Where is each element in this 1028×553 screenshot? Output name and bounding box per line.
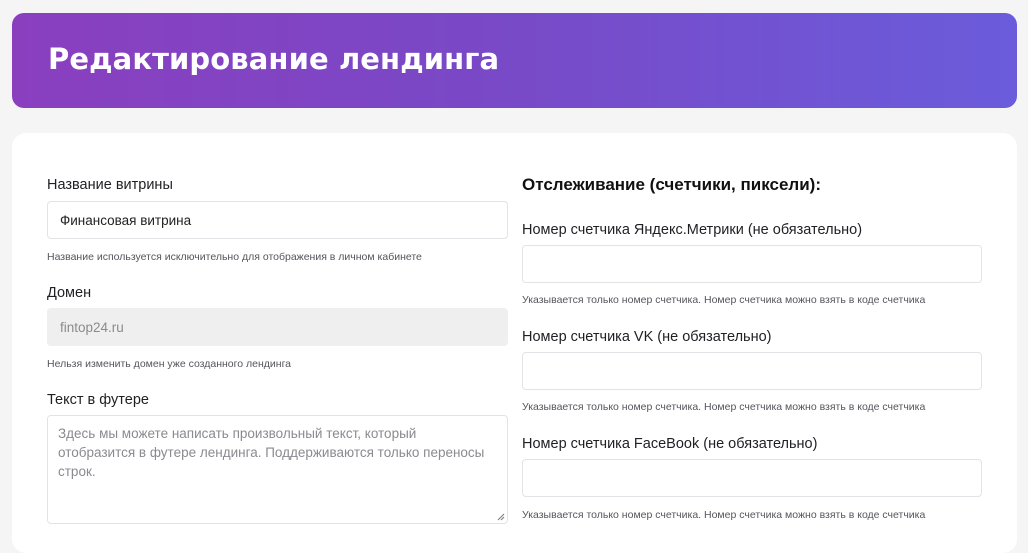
page-header: Редактирование лендинга [12,13,1017,108]
vk-counter-hint: Указывается только номер счетчика. Номер… [522,401,926,413]
name-label: Название витрины [47,177,173,193]
resize-handle-icon[interactable] [497,513,505,521]
yandex-metrika-hint: Указывается только номер счетчика. Номер… [522,294,926,306]
vk-counter-label: Номер счетчика VK (не обязательно) [522,329,772,345]
name-input[interactable] [47,201,508,239]
facebook-pixel-hint: Указывается только номер счетчика. Номер… [522,509,926,521]
footer-text-label: Текст в футере [47,392,149,408]
facebook-pixel-input[interactable] [522,459,982,497]
footer-text-textarea[interactable] [47,415,508,524]
vk-counter-input[interactable] [522,352,982,390]
domain-hint: Нельзя изменить домен уже созданного лен… [47,358,292,370]
yandex-metrika-label: Номер счетчика Яндекс.Метрики (не обязат… [522,222,863,238]
domain-input [47,308,508,346]
domain-label: Домен [47,285,92,301]
form-card: Название витрины Название используется и… [12,133,1017,553]
footer-text-wrapper [47,415,508,524]
tracking-section-title: Отслеживание (счетчики, пиксели): [522,175,821,194]
facebook-pixel-label: Номер счетчика FaceBook (не обязательно) [522,436,818,452]
page-title: Редактирование лендинга [48,42,500,76]
name-hint: Название используется исключительно для … [47,251,422,263]
yandex-metrika-input[interactable] [522,245,982,283]
